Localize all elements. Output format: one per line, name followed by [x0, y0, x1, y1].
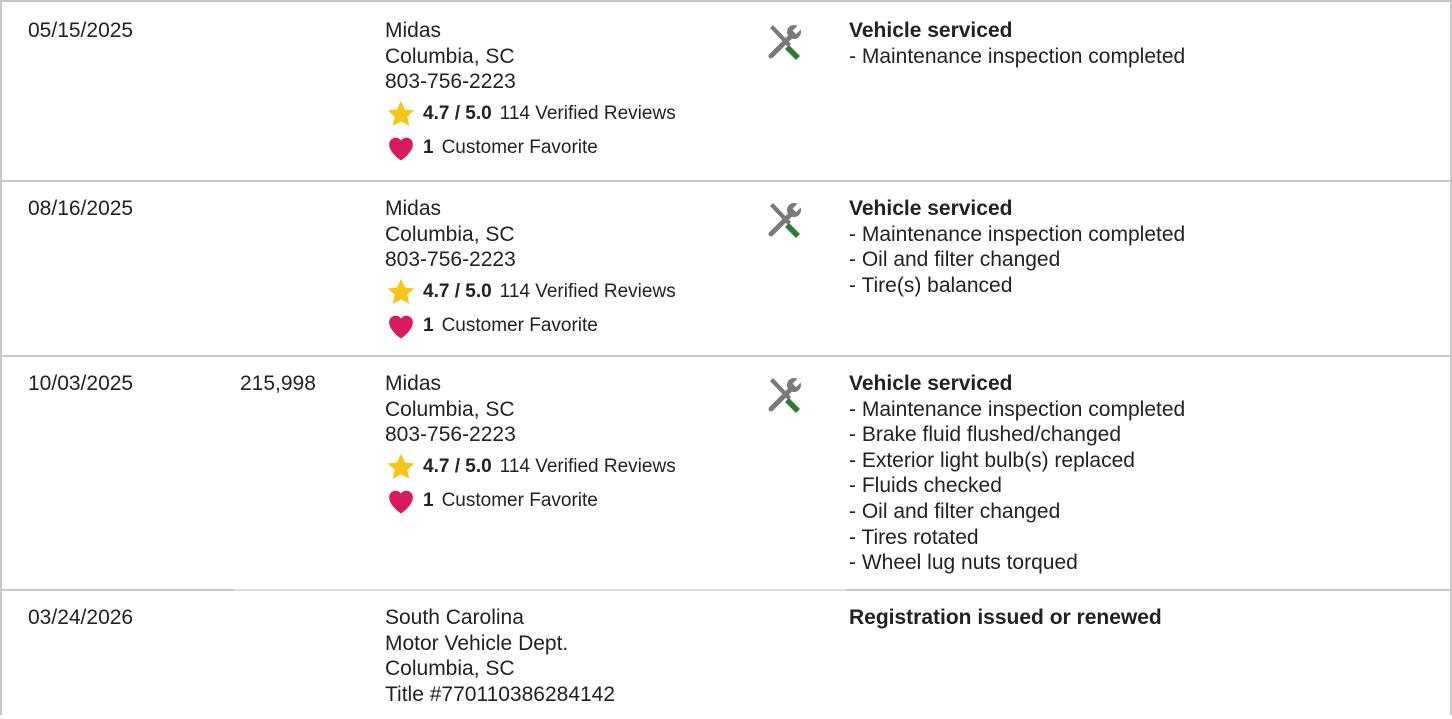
star-icon [387, 278, 415, 304]
source-location: Columbia, SC [385, 44, 515, 68]
detail-item: Tire(s) balanced [849, 273, 1185, 299]
detail-item: Oil and filter changed [849, 247, 1185, 273]
source-line: South Carolina [385, 606, 524, 629]
service-tools-icon [765, 200, 809, 240]
detail-item: Tires rotated [849, 525, 1185, 551]
record-title: Registration issued or renewed [849, 606, 1162, 629]
record-source: Midas Columbia, SC 803-756-2223 4.7 / 5.… [385, 196, 676, 341]
history-row: 05/15/2025 Midas Columbia, SC 803-756-22… [2, 0, 1450, 182]
detail-item: Oil and filter changed [849, 499, 1185, 525]
record-date: 03/24/2026 [28, 606, 134, 629]
record-date: 10/03/2025 [28, 372, 134, 395]
heart-icon [389, 490, 413, 514]
source-phone[interactable]: 803-756-2223 [385, 247, 676, 273]
source-name[interactable]: Midas [385, 196, 676, 222]
review-count: 114 Verified Reviews [499, 455, 676, 477]
heart-icon [389, 315, 413, 339]
heart-icon [389, 137, 413, 161]
vehicle-history-table: 05/15/2025 Midas Columbia, SC 803-756-22… [0, 0, 1452, 715]
favorites-label: Customer Favorite [441, 489, 598, 511]
detail-item: Wheel lug nuts torqued [849, 550, 1185, 576]
source-rating[interactable]: 4.7 / 5.0 114 Verified Reviews [385, 99, 676, 129]
detail-item: Fluids checked [849, 473, 1185, 499]
detail-item: Maintenance inspection completed [849, 44, 1185, 70]
record-source: Midas Columbia, SC 803-756-2223 4.7 / 5.… [385, 371, 676, 516]
rating-value: 4.7 / 5.0 [423, 102, 492, 124]
source-rating[interactable]: 4.7 / 5.0 114 Verified Reviews [385, 452, 676, 482]
star-icon [387, 453, 415, 479]
history-row: 03/24/2026 South Carolina Motor Vehicle … [2, 589, 1450, 719]
source-favorites: 1 Customer Favorite [385, 311, 676, 341]
record-details: Vehicle serviced Maintenance inspection … [849, 196, 1185, 298]
record-title: Vehicle serviced [849, 197, 1013, 220]
source-name[interactable]: Midas [385, 371, 676, 397]
source-phone[interactable]: 803-756-2223 [385, 69, 676, 95]
source-location: Columbia, SC [385, 397, 515, 421]
service-tools-icon [765, 22, 809, 62]
favorites-label: Customer Favorite [441, 314, 598, 336]
source-favorites: 1 Customer Favorite [385, 486, 676, 516]
source-line: Motor Vehicle Dept. [385, 631, 569, 655]
source-rating[interactable]: 4.7 / 5.0 114 Verified Reviews [385, 277, 676, 307]
favorites-count: 1 [423, 136, 434, 158]
rating-value: 4.7 / 5.0 [423, 455, 492, 477]
review-count: 114 Verified Reviews [499, 280, 676, 302]
source-name[interactable]: Midas [385, 18, 676, 44]
detail-item: Brake fluid flushed/changed [849, 422, 1185, 448]
source-phone[interactable]: 803-756-2223 [385, 422, 676, 448]
source-location: Columbia, SC [385, 222, 515, 246]
favorites-count: 1 [423, 314, 434, 336]
source-line: Columbia, SC [385, 657, 515, 681]
record-mileage: 215,998 [240, 372, 316, 395]
favorites-label: Customer Favorite [441, 136, 598, 158]
history-row: 08/16/2025 Midas Columbia, SC 803-756-22… [2, 180, 1450, 357]
detail-item: Maintenance inspection completed [849, 222, 1185, 248]
source-favorites: 1 Customer Favorite [385, 133, 676, 163]
detail-item: Exterior light bulb(s) replaced [849, 448, 1185, 474]
rating-value: 4.7 / 5.0 [423, 280, 492, 302]
detail-item: Maintenance inspection completed [849, 397, 1185, 423]
record-date: 08/16/2025 [28, 197, 134, 220]
record-details: Vehicle serviced Maintenance inspection … [849, 371, 1185, 576]
service-tools-icon [765, 375, 809, 415]
record-date: 05/15/2025 [28, 19, 134, 42]
star-icon [387, 100, 415, 126]
record-title: Vehicle serviced [849, 19, 1013, 42]
favorites-count: 1 [423, 489, 434, 511]
title-number: Title #770110386284142 [385, 682, 616, 706]
review-count: 114 Verified Reviews [499, 102, 676, 124]
record-details: Vehicle serviced Maintenance inspection … [849, 18, 1185, 69]
record-source: South Carolina Motor Vehicle Dept. Colum… [385, 605, 615, 707]
record-details: Registration issued or renewed [849, 605, 1162, 631]
record-title: Vehicle serviced [849, 372, 1013, 395]
record-source: Midas Columbia, SC 803-756-2223 4.7 / 5.… [385, 18, 676, 163]
history-row: 10/03/2025 215,998 Midas Columbia, SC 80… [2, 355, 1450, 591]
